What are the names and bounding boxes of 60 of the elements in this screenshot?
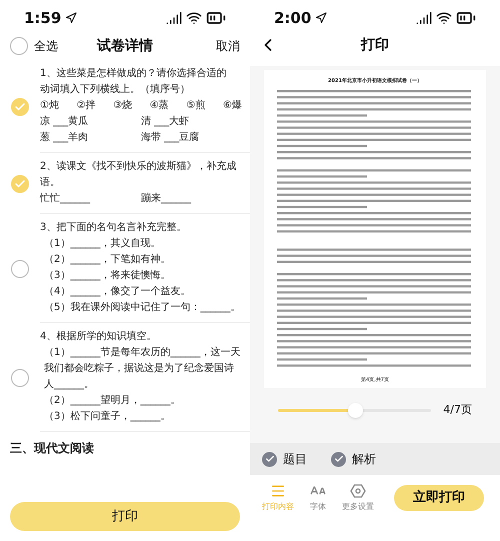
question-text: ④蒸 (150, 98, 169, 113)
question-text: （5）我在课外阅读中记住了一句：______。 (43, 300, 242, 315)
print-button[interactable]: 打印 (10, 502, 240, 531)
question-text: 动词填入下列横线上。（填序号） (40, 82, 191, 97)
question-text: 海带 ___豆腐 (141, 130, 200, 145)
check-icon (14, 178, 26, 190)
wifi-icon (186, 10, 202, 26)
signal-icon (166, 10, 182, 26)
question-text: （4）______，像交了一个益友。 (43, 284, 192, 299)
question-text: ①炖 (40, 99, 59, 113)
slider-track[interactable] (278, 409, 432, 412)
option-checkbox[interactable] (331, 452, 346, 466)
question-text: 2、读课文《找不到快乐的波斯猫》，补充成语。 (40, 160, 238, 190)
print-now-button[interactable]: 立即打印 (394, 485, 484, 511)
question-text: 葱 ___羊肉 (40, 130, 90, 145)
question-text: 3、把下面的名句名言补充完整。 (40, 220, 188, 235)
check-icon (334, 454, 344, 464)
check-icon (14, 100, 26, 112)
page-count: 4/7页 (443, 402, 472, 418)
option-label[interactable]: 题目 (283, 450, 307, 468)
question-text: 4、根据所学的知识填空。 (40, 330, 158, 344)
question-text: （2）______望明月，______。 (43, 394, 182, 408)
question-text: 清 ___大虾 (141, 114, 190, 129)
settings-icon (350, 483, 366, 499)
question-text: ⑤煎 (186, 98, 206, 113)
location-arrow-icon (65, 12, 78, 24)
tab[interactable]: 更多设置 (338, 483, 378, 513)
page-title: 打印 (361, 36, 389, 54)
select-all-label[interactable]: 全选 (34, 37, 58, 55)
section-heading: 三、现代文阅读 (9, 440, 95, 456)
status-time: 2:00 (274, 8, 312, 29)
status-time: 1:59 (24, 8, 62, 29)
question-radio[interactable] (11, 260, 29, 278)
tab[interactable]: 字体 (298, 483, 338, 513)
question-text: 蹦来______ (141, 192, 192, 206)
question-radio[interactable] (11, 174, 29, 192)
location-arrow-icon (315, 12, 328, 24)
question-text: （1）______节是每年农历的______，这一天我们都会吃粽子，据说这是为了纪念爱国诗人______。 (43, 346, 242, 392)
question-text: （2）______，下笔如有神。 (43, 252, 172, 267)
question-radio[interactable] (11, 98, 29, 116)
question-text: ⑥爆 (222, 99, 242, 113)
question-text: 凉 ___黄瓜 (40, 114, 90, 129)
question-text: （1）______，其义自现。 (43, 236, 162, 251)
question-radio[interactable] (11, 368, 29, 386)
option-label[interactable]: 解析 (352, 450, 376, 468)
select-all-radio[interactable] (10, 37, 28, 55)
signal-icon (416, 10, 432, 26)
slider-thumb[interactable] (348, 403, 363, 418)
menu-icon (270, 483, 286, 499)
wifi-icon (436, 10, 452, 26)
check-icon (264, 454, 274, 464)
page-title: 试卷详情 (97, 36, 153, 56)
question-text: ③烧 (113, 98, 132, 113)
question-text: （3）松下问童子，______。 (43, 410, 172, 424)
option-checkbox[interactable] (262, 452, 277, 466)
question-text: （3）______，将来徒懊悔。 (43, 268, 172, 283)
question-text: 忙忙______ (40, 192, 91, 206)
question-text: ②拌 (76, 98, 96, 113)
cancel-link[interactable]: 取消 (180, 37, 240, 55)
question-text: 1、这些菜是怎样做成的？请你选择合适的 (40, 66, 228, 81)
